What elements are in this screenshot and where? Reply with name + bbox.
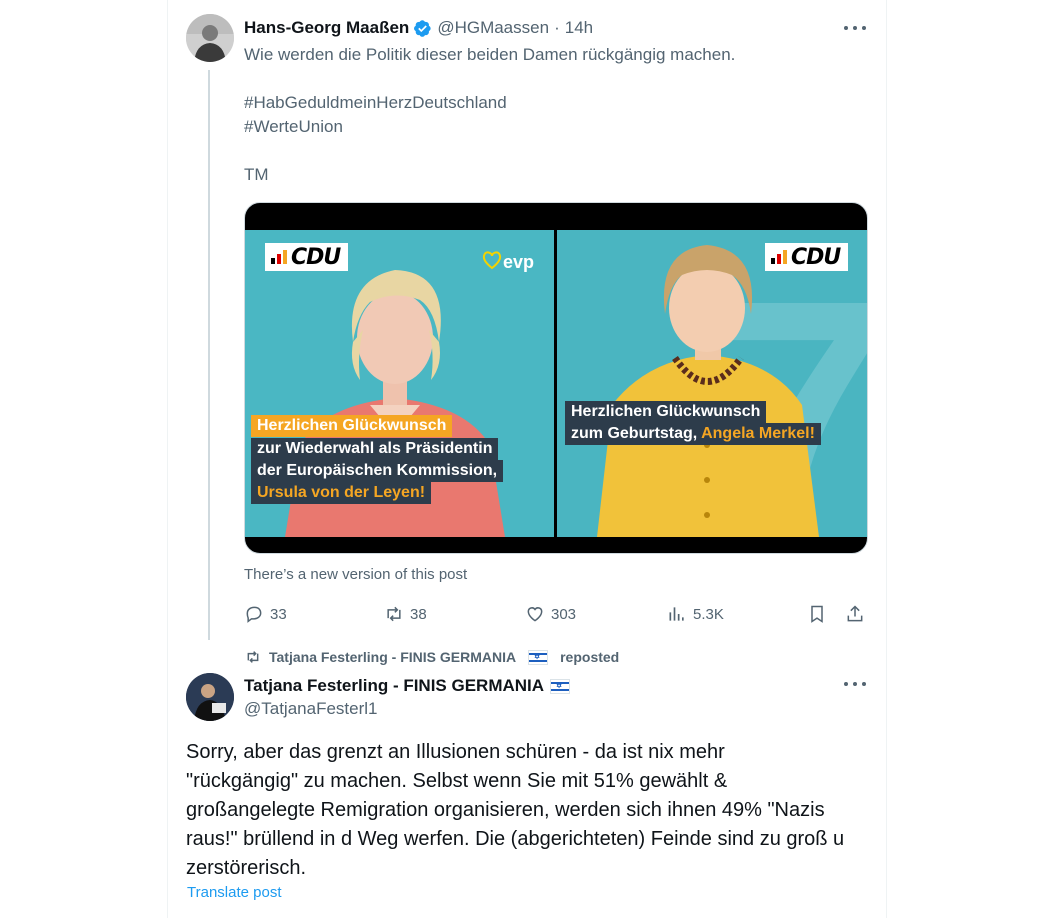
repost-user-name: Tatjana Festerling - FINIS GERMANIA <box>269 649 517 665</box>
reply-count: 33 <box>270 605 287 623</box>
author-handle[interactable]: @TatjanaFesterl1 <box>244 697 378 721</box>
author-avatar[interactable] <box>186 14 234 62</box>
reply-text-line: Sorry, aber das grenzt an Illusionen sch… <box>186 741 725 763</box>
post-time[interactable]: 14h <box>565 18 593 38</box>
like-count: 303 <box>551 605 577 623</box>
reply-text-line: "rückgängig" zu machen. Selbst wenn Sie … <box>186 770 728 792</box>
israel-flag-icon: ✡ <box>528 649 549 665</box>
caption-greeting: Herzlichen Glückwunsch <box>565 401 767 423</box>
more-icon[interactable] <box>844 677 866 691</box>
reply-text-line: zerstörerisch. <box>186 857 307 879</box>
author-name[interactable]: Tatjana Festerling - FINIS GERMANIA <box>244 676 544 696</box>
share-icon <box>847 605 863 622</box>
share-button[interactable] <box>845 600 865 628</box>
repost-icon <box>387 606 401 622</box>
repost-suffix: reposted <box>560 649 620 665</box>
repost-count: 38 <box>410 605 427 623</box>
evp-heart-icon <box>482 251 502 270</box>
dot-separator: · <box>554 18 560 37</box>
tweet-media[interactable]: CDU evp Herzlichen Glückwunsch zur Wiede… <box>244 202 868 554</box>
author-avatar[interactable] <box>186 673 234 721</box>
repost-icon <box>247 651 259 663</box>
tweet-text-line1: Wie werden die Politik dieser beiden Dam… <box>244 45 736 64</box>
reply-icon <box>246 606 262 623</box>
new-version-notice[interactable]: There’s a new version of this post <box>244 566 467 583</box>
caption-line: zur Wiederwahl als Präsidentin <box>251 438 499 460</box>
like-icon <box>527 607 543 622</box>
media-image-right[interactable]: 70 CDU Herzlichen Glückwunsch zum Geburt… <box>557 230 867 537</box>
bookmark-icon <box>811 605 823 623</box>
portrait-illustration-right: 70 <box>597 231 867 537</box>
cdu-logo: CDU <box>265 243 349 271</box>
views-button[interactable]: 5.3K <box>667 600 724 628</box>
caption-greeting: Herzlichen Glückwunsch <box>251 415 453 437</box>
views-icon <box>669 607 684 621</box>
tweet-header: Tatjana Festerling - FINIS GERMANIA ✡ <box>244 674 574 698</box>
author-handle[interactable]: @HGMaassen <box>437 18 549 38</box>
repost-context[interactable]: Tatjana Festerling - FINIS GERMANIA ✡ re… <box>245 649 619 665</box>
reply-button[interactable]: 33 <box>244 600 287 628</box>
reply-text-line: großangelegte Remigration organisieren, … <box>186 799 825 821</box>
hashtag-link[interactable]: #WerteUnion <box>244 115 343 139</box>
view-count: 5.3K <box>693 605 724 623</box>
bookmark-button[interactable] <box>807 600 827 628</box>
author-name[interactable]: Hans-Georg Maaßen <box>244 18 409 38</box>
tweet-header: Hans-Georg Maaßen @HGMaassen · 14h <box>244 16 593 40</box>
evp-logo-text: evp <box>503 252 535 272</box>
thread-connector-line <box>208 70 210 640</box>
caption-name: Ursula von der Leyen! <box>251 482 432 504</box>
caption-line: der Europäischen Kommission, <box>251 460 504 482</box>
verified-badge-icon[interactable] <box>413 19 432 38</box>
like-button[interactable]: 303 <box>525 600 576 628</box>
cdu-logo: CDU <box>765 243 849 271</box>
tweet-signature: TM <box>244 165 269 184</box>
israel-flag-icon: ✡ <box>550 678 571 694</box>
caption-line: zum Geburtstag, Angela Merkel! <box>565 423 821 445</box>
reply-text: Sorry, aber das grenzt an Illusionen sch… <box>186 738 876 883</box>
repost-button[interactable]: 38 <box>384 600 427 628</box>
media-image-left[interactable]: CDU evp Herzlichen Glückwunsch zur Wiede… <box>245 230 554 537</box>
more-icon[interactable] <box>844 21 866 35</box>
translate-post-link[interactable]: Translate post <box>187 884 282 901</box>
reply-text-line: raus!" brüllend in d Weg werfen. Die (ab… <box>186 828 845 850</box>
hashtag-link[interactable]: #HabGeduldmeinHerzDeutschland <box>244 91 507 115</box>
